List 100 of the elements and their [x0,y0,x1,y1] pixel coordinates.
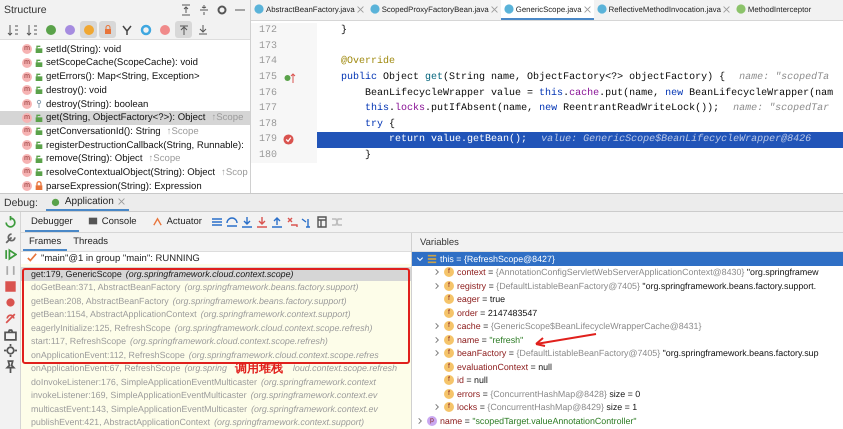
variable-text: eager = true [457,294,506,304]
code-line: BeanLifecycleWrapper value = this.cache.put(name, new BeanLifecycleWrapper(nam [364,86,834,101]
chevron-right-icon[interactable] [433,403,441,412]
chevron-right-icon[interactable] [433,268,441,276]
method-signature: destroy(): void [46,84,107,96]
unlock-icon [35,58,43,68]
resume-icon[interactable] [4,248,16,261]
drop-frame-icon[interactable] [286,216,298,228]
package-text: loud.context.scope.refresh [292,363,398,374]
panel-title: Variables [420,236,459,248]
variable-text: order = 2147483547 [457,308,538,318]
variable-row[interactable]: this = {RefreshScope@8427} [412,252,843,266]
console-icon [88,216,98,226]
line-number: 176 [258,88,277,99]
method-signature: destroy(String): boolean [46,98,148,110]
debug-tab[interactable]: Actuator [146,212,208,232]
breakpoint-icon[interactable] [283,134,294,146]
method-signature: parseExpression(String): Expression [46,180,202,192]
variable-text: name = "scopedTarget.valueAnnotationController" [440,416,637,426]
close-icon[interactable] [722,6,730,12]
line-number: 177 [258,103,277,114]
unlock-icon [35,112,43,123]
unlock-icon [35,140,43,150]
variable-text: locks = {ConcurrentHashMap@8429} size = 1 [457,402,638,412]
unlock-icon [35,154,43,164]
debug-tab[interactable]: Console [82,212,143,232]
key-icon [35,99,43,110]
expand-all-icon[interactable] [180,4,192,16]
method-signature: getConversationId(): String [46,126,161,137]
step-into-icon[interactable] [240,216,253,228]
method-signature: resolveContextualObject(String): Object [46,166,216,178]
line-number: 175 [258,72,277,84]
variable-text: cache = {GenericScope$BeanLifecycleWrapperCache@8431} [457,321,702,332]
method-signature: get(String, ObjectFactory<?>): Object [46,112,206,124]
close-icon[interactable] [118,198,125,205]
lock-icon [35,181,43,192]
override-icon[interactable] [283,72,297,84]
line-number: 178 [258,118,277,130]
panel-title: Structure [4,4,47,16]
inherited-label: ↑Scope [148,153,180,164]
stack-icon [427,254,437,264]
inherited-label: ↑Scope [166,126,199,137]
code-line: public Object get(String name, ObjectFactory<?> objectFactory) { name: "scopedTa [340,70,830,86]
variable-text: errors = {ConcurrentHashMap@8428} size = 0 [457,388,640,399]
collapse-all-icon[interactable] [198,4,210,16]
variable-text: id = null [457,375,488,386]
close-icon[interactable] [584,6,591,12]
chevron-down-icon[interactable] [416,254,424,263]
line-number: 174 [258,56,277,68]
step-over-icon[interactable] [226,216,238,228]
variable-text: name = "refresh" [457,334,524,345]
method-signature: setId(String): void [46,44,122,55]
variable-text: this = {RefreshScope@8427} [440,254,555,264]
chevron-right-icon[interactable] [433,322,441,330]
chevron-right-icon[interactable] [433,349,441,358]
method-signature: registerDestructionCallback(String, Runnable): [46,140,244,151]
unlock-icon [35,167,43,178]
variable-text: evaluationContext = null [457,362,552,372]
code-line: try { [364,118,396,132]
wrench-icon[interactable] [4,232,16,245]
close-icon[interactable] [356,6,364,12]
unlock-icon [35,126,43,136]
mute-breakpoints-icon[interactable] [4,312,16,325]
method-signature: getErrors(): Map<String, Exception> [46,71,200,82]
unlock-icon [35,72,43,82]
variable-text: context = {AnnotationConfigServletWebServerApplicationContext@8430} "org.springframew [457,267,819,278]
breakpoints-icon[interactable] [4,296,16,309]
method-signature: remove(String): Object [46,153,142,164]
method-signature: setScopeCache(ScopeCache): void [46,57,198,68]
pin-icon[interactable] [4,360,16,373]
rerun-icon[interactable] [4,216,16,229]
check-icon [27,253,37,263]
inherited-label: ↑Scop [221,166,248,178]
step-out-icon[interactable] [270,216,283,228]
line-number: 180 [258,150,277,162]
variable-text: beanFactory = {DefaultListableBeanFactory@7405} "org.springframework.beans.factory.sup [457,348,819,358]
calculator-icon[interactable] [316,216,328,228]
close-icon[interactable] [490,6,498,12]
debug-label: Debug: [4,196,38,208]
package-text: (org.spring [184,363,227,374]
stop-icon[interactable] [4,280,16,293]
chevron-right-icon[interactable] [433,336,441,344]
run-to-cursor-icon[interactable] [300,216,313,228]
code-line: } [340,24,348,38]
line-number: 179 [258,134,277,146]
line-number: 173 [258,40,277,52]
anchor-icon[interactable] [175,21,192,38]
code-line: } [364,148,372,164]
unlock-icon [35,44,43,54]
code-line: @Override [340,54,396,70]
variable-text: registry = {DefaultListableBeanFactory@7405} "org.springframework.beans.factory.support. [457,280,816,291]
code-line: this.locks.putIfAbsent(name, new ReentrantReadWriteLock()); name: "scopedTar [364,102,830,116]
line-number: 172 [258,25,277,36]
frames-tab[interactable]: Threads [67,233,114,251]
inherited-label: ↑Scope [211,112,244,124]
chevron-right-icon[interactable] [416,416,424,425]
force-step-into-icon[interactable] [256,216,268,228]
menu-icon[interactable] [210,216,223,228]
unlock-icon [35,85,43,96]
chevron-right-icon[interactable] [433,282,441,290]
